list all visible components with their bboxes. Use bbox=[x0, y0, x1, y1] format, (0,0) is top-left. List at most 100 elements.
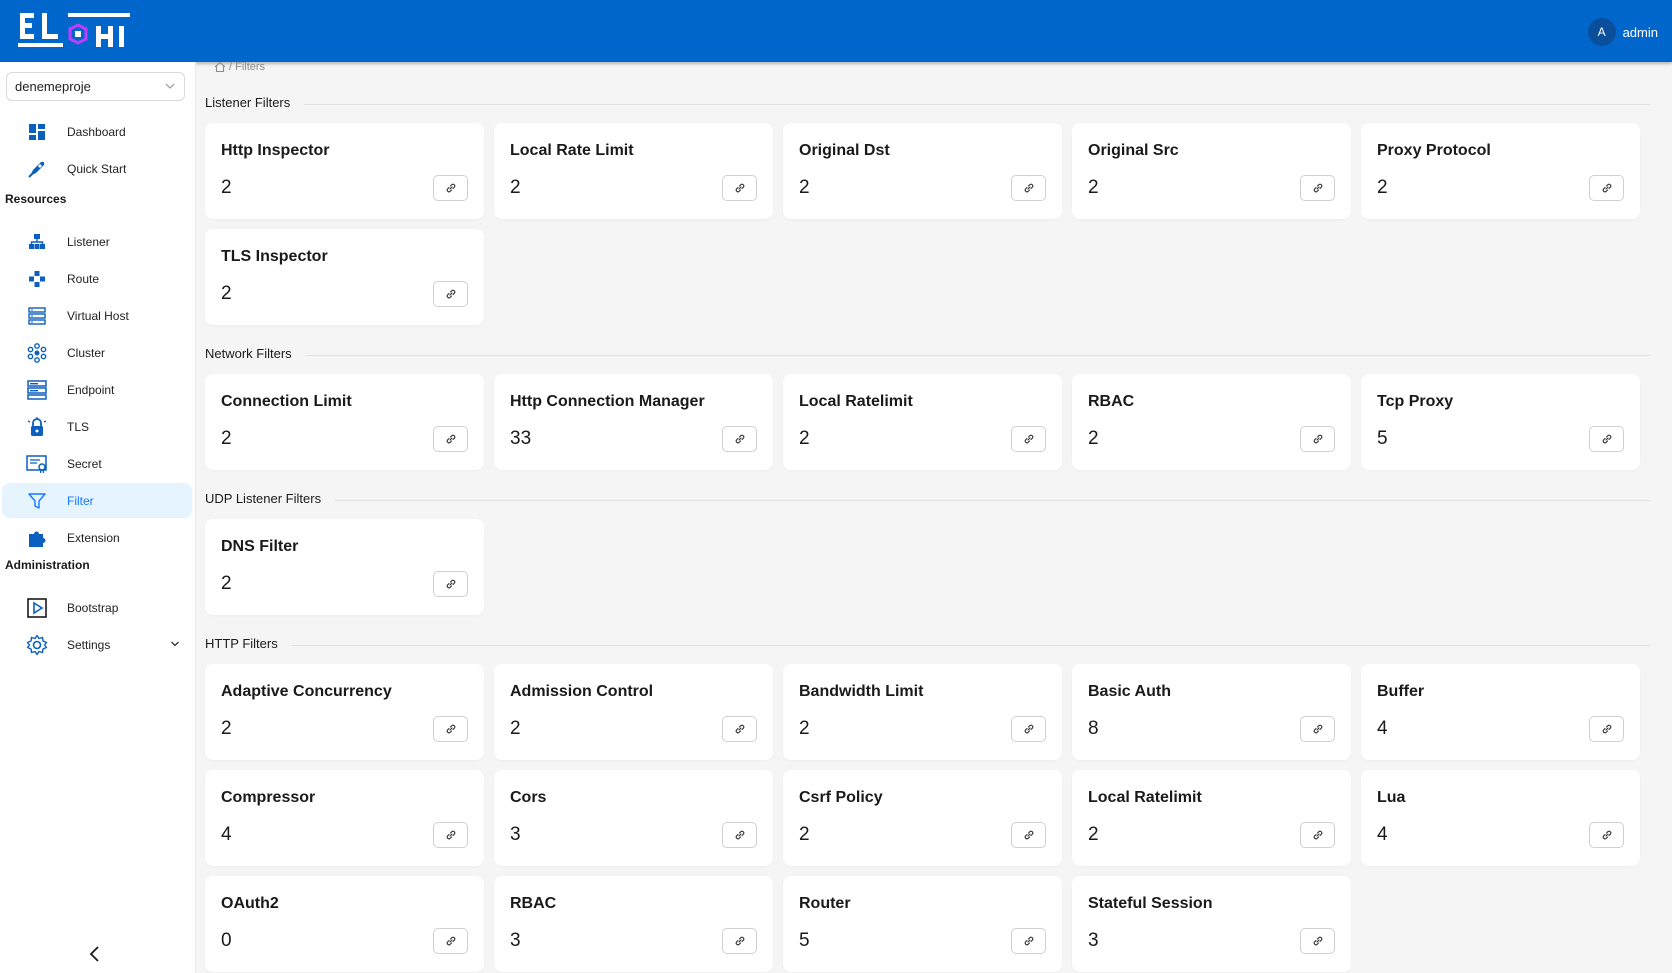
filter-card-title: Http Connection Manager bbox=[510, 393, 705, 410]
filter-card-title: Basic Auth bbox=[1088, 683, 1171, 700]
filter-card-count: 8 bbox=[1088, 718, 1099, 739]
open-filter-button[interactable] bbox=[722, 822, 757, 848]
link-icon bbox=[1313, 724, 1322, 734]
filter-card-adaptive-concurrency[interactable]: Adaptive Concurrency 2 bbox=[205, 664, 484, 760]
open-filter-button[interactable] bbox=[1300, 716, 1335, 742]
open-filter-button[interactable] bbox=[433, 928, 468, 954]
link-icon bbox=[446, 289, 455, 299]
filter-card-original-src[interactable]: Original Src 2 bbox=[1072, 123, 1351, 219]
sidebar-item-label: Dashboard bbox=[67, 125, 126, 139]
sidebar-item-cluster[interactable]: Cluster bbox=[2, 335, 192, 370]
filter-card-buffer[interactable]: Buffer 4 bbox=[1361, 664, 1640, 760]
open-filter-button[interactable] bbox=[722, 928, 757, 954]
user-menu[interactable]: A admin bbox=[1587, 18, 1658, 46]
filter-card-stateful-session[interactable]: Stateful Session 3 bbox=[1072, 876, 1351, 972]
filter-card-count: 2 bbox=[799, 718, 810, 739]
filter-card-router[interactable]: Router 5 bbox=[783, 876, 1062, 972]
filter-card-tls-inspector[interactable]: TLS Inspector 2 bbox=[205, 229, 484, 325]
filter-card-title: Lua bbox=[1377, 789, 1406, 806]
filter-card-count: 2 bbox=[510, 718, 521, 739]
filter-card-csrf-policy[interactable]: Csrf Policy 2 bbox=[783, 770, 1062, 866]
open-filter-button[interactable] bbox=[1011, 822, 1046, 848]
lock-icon bbox=[24, 414, 50, 440]
open-filter-button[interactable] bbox=[1300, 822, 1335, 848]
open-filter-button[interactable] bbox=[722, 175, 757, 201]
group-title-listener-filters: Listener Filters bbox=[205, 95, 291, 110]
link-icon bbox=[446, 830, 455, 840]
filter-card-compressor[interactable]: Compressor 4 bbox=[205, 770, 484, 866]
open-filter-button[interactable] bbox=[433, 822, 468, 848]
open-filter-button[interactable] bbox=[1589, 716, 1624, 742]
sidebar-item-listener[interactable]: Listener bbox=[2, 224, 192, 259]
certificate-icon bbox=[24, 451, 50, 477]
filter-card-count: 4 bbox=[1377, 718, 1388, 739]
sidebar-item-quick-start[interactable]: Quick Start bbox=[2, 151, 192, 186]
sidebar-item-dashboard[interactable]: Dashboard bbox=[2, 114, 192, 149]
project-select[interactable]: denemeproje bbox=[6, 72, 185, 101]
filter-card-connection-limit[interactable]: Connection Limit 2 bbox=[205, 374, 484, 470]
open-filter-button[interactable] bbox=[722, 426, 757, 452]
rocket-icon bbox=[24, 156, 50, 182]
open-filter-button[interactable] bbox=[1300, 175, 1335, 201]
sidebar-item-tls[interactable]: TLS bbox=[2, 409, 192, 444]
open-filter-button[interactable] bbox=[1011, 426, 1046, 452]
filter-card-admission-control[interactable]: Admission Control 2 bbox=[494, 664, 773, 760]
open-filter-button[interactable] bbox=[1300, 426, 1335, 452]
sidebar-item-settings[interactable]: Settings bbox=[2, 627, 192, 662]
sidebar-item-secret[interactable]: Secret bbox=[2, 446, 192, 481]
open-filter-button[interactable] bbox=[1589, 822, 1624, 848]
filter-card-http-inspector[interactable]: Http Inspector 2 bbox=[205, 123, 484, 219]
link-icon bbox=[1313, 434, 1322, 444]
filter-card-basic-auth[interactable]: Basic Auth 8 bbox=[1072, 664, 1351, 760]
sidebar-item-route[interactable]: Route bbox=[2, 261, 192, 296]
open-filter-button[interactable] bbox=[1011, 928, 1046, 954]
sidebar-item-label: Extension bbox=[67, 531, 120, 545]
open-filter-button[interactable] bbox=[1589, 426, 1624, 452]
sidebar-item-label: Cluster bbox=[67, 346, 106, 360]
open-filter-button[interactable] bbox=[433, 716, 468, 742]
sidebar-item-label: Endpoint bbox=[67, 383, 115, 397]
sidebar-item-filter[interactable]: Filter bbox=[2, 483, 192, 518]
filter-card-proxy-protocol[interactable]: Proxy Protocol 2 bbox=[1361, 123, 1640, 219]
sidebar-item-extension[interactable]: Extension bbox=[2, 520, 192, 555]
filter-card-oauth2[interactable]: OAuth2 0 bbox=[205, 876, 484, 972]
filter-card-title: Bandwidth Limit bbox=[799, 683, 924, 700]
sidebar-item-endpoint[interactable]: Endpoint bbox=[2, 372, 192, 407]
hierarchy-icon bbox=[24, 229, 50, 255]
link-icon bbox=[1602, 183, 1611, 193]
filter-card-dns-filter[interactable]: DNS Filter 2 bbox=[205, 519, 484, 615]
open-filter-button[interactable] bbox=[722, 716, 757, 742]
filter-card-rbac[interactable]: RBAC 3 bbox=[494, 876, 773, 972]
home-icon[interactable] bbox=[214, 61, 226, 73]
sidebar-item-bootstrap[interactable]: Bootstrap bbox=[2, 590, 192, 625]
link-icon bbox=[735, 830, 744, 840]
open-filter-button[interactable] bbox=[433, 571, 468, 597]
link-icon bbox=[1313, 830, 1322, 840]
filter-card-rbac[interactable]: RBAC 2 bbox=[1072, 374, 1351, 470]
collapse-sidebar-icon[interactable] bbox=[88, 945, 102, 963]
filter-card-count: 2 bbox=[1088, 824, 1099, 845]
group-divider bbox=[305, 355, 1650, 356]
elchi-logo[interactable] bbox=[18, 12, 140, 52]
open-filter-button[interactable] bbox=[1011, 716, 1046, 742]
link-icon bbox=[1024, 183, 1033, 193]
open-filter-button[interactable] bbox=[433, 175, 468, 201]
filter-card-local-ratelimit[interactable]: Local Ratelimit 2 bbox=[783, 374, 1062, 470]
filter-card-local-rate-limit[interactable]: Local Rate Limit 2 bbox=[494, 123, 773, 219]
filter-card-original-dst[interactable]: Original Dst 2 bbox=[783, 123, 1062, 219]
filter-card-local-ratelimit[interactable]: Local Ratelimit 2 bbox=[1072, 770, 1351, 866]
open-filter-button[interactable] bbox=[1589, 175, 1624, 201]
filter-card-cors[interactable]: Cors 3 bbox=[494, 770, 773, 866]
filter-card-count: 2 bbox=[221, 428, 232, 449]
open-filter-button[interactable] bbox=[1300, 928, 1335, 954]
filter-card-bandwidth-limit[interactable]: Bandwidth Limit 2 bbox=[783, 664, 1062, 760]
open-filter-button[interactable] bbox=[433, 426, 468, 452]
filter-card-lua[interactable]: Lua 4 bbox=[1361, 770, 1640, 866]
filter-card-http-connection-manager[interactable]: Http Connection Manager 33 bbox=[494, 374, 773, 470]
sidebar-item-virtual-host[interactable]: Virtual Host bbox=[2, 298, 192, 333]
sidebar-item-label: Listener bbox=[67, 235, 110, 249]
filter-card-tcp-proxy[interactable]: Tcp Proxy 5 bbox=[1361, 374, 1640, 470]
open-filter-button[interactable] bbox=[433, 281, 468, 307]
filter-card-count: 5 bbox=[799, 930, 810, 951]
open-filter-button[interactable] bbox=[1011, 175, 1046, 201]
